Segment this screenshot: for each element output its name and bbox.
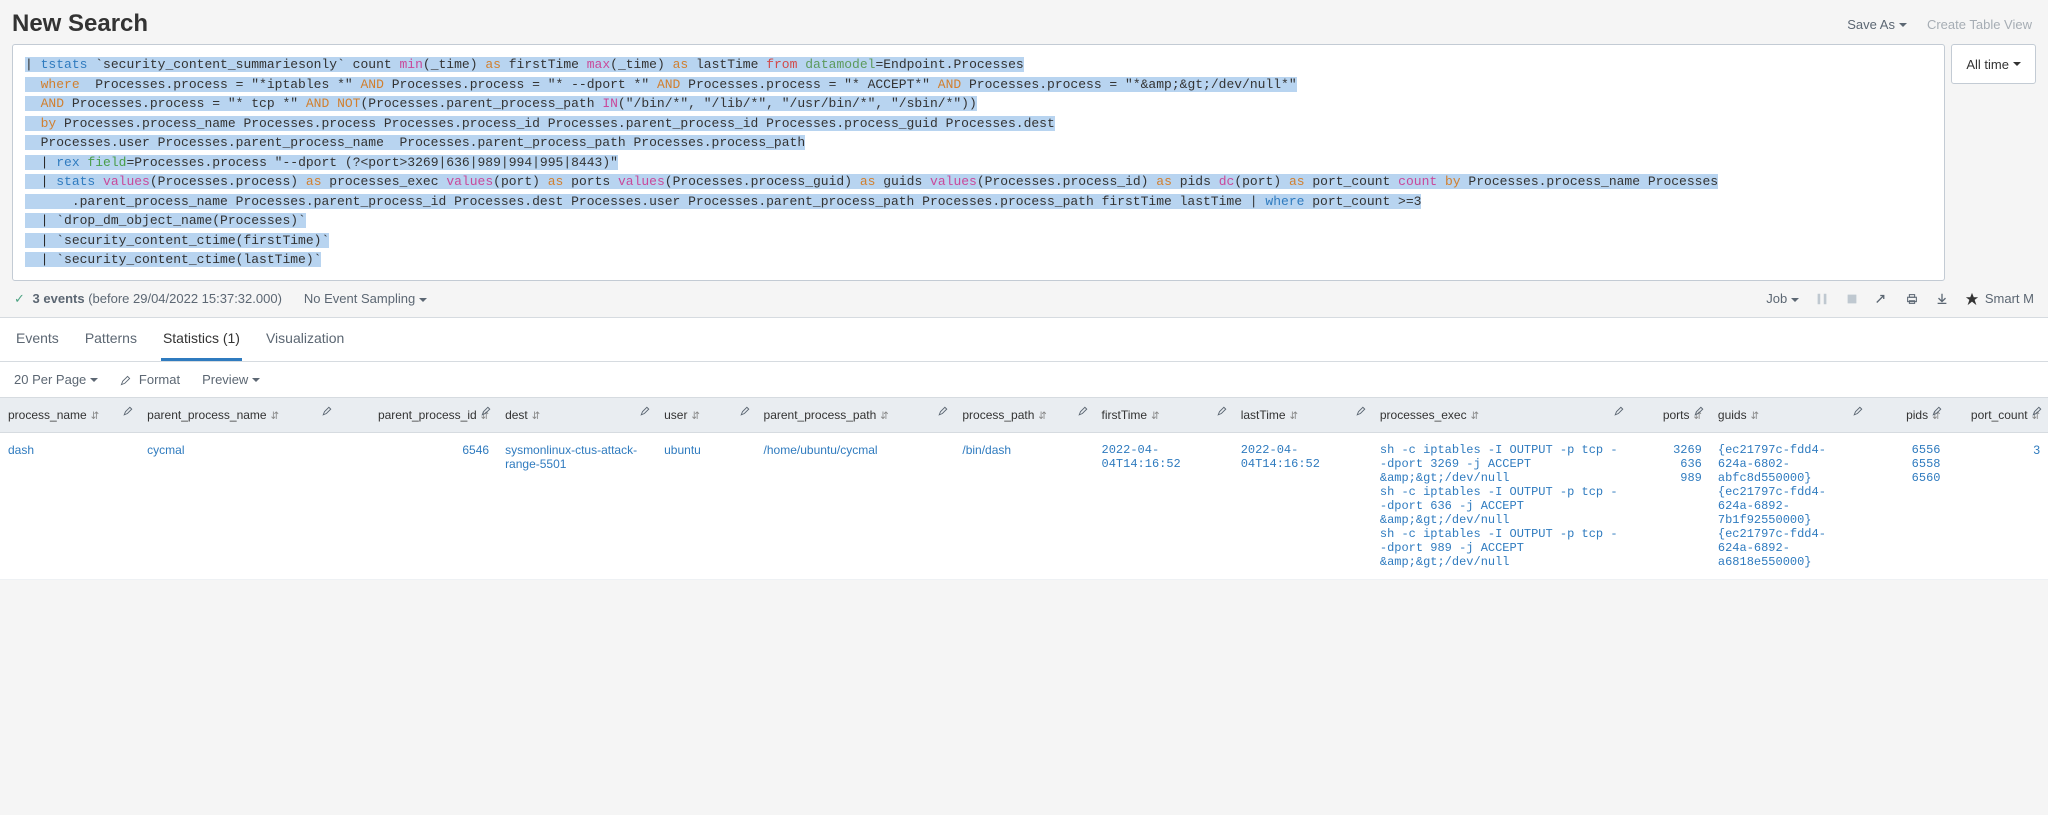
pencil-icon[interactable] [322, 404, 332, 418]
cell-ports[interactable]: 3269636989 [1630, 432, 1710, 579]
cell-dest[interactable]: sysmonlinux-ctus-attack-range-5501 [497, 432, 656, 579]
per-page-menu[interactable]: 20 Per Page [14, 372, 98, 387]
pencil-icon[interactable] [740, 404, 750, 418]
smart-mode-menu[interactable]: Smart M [1965, 291, 2034, 307]
tab-events[interactable]: Events [14, 318, 61, 361]
cell-process_name[interactable]: dash [0, 432, 139, 579]
download-icon[interactable] [1935, 291, 1949, 307]
col-parent_process_path[interactable]: parent_process_path [756, 397, 955, 432]
cell-parent_process_name[interactable]: cycmal [139, 432, 338, 579]
share-icon[interactable] [1875, 291, 1889, 307]
create-table-view-link[interactable]: Create Table View [1927, 17, 2032, 32]
col-pids[interactable]: pids [1869, 397, 1949, 432]
cell-process_path[interactable]: /bin/dash [954, 432, 1093, 579]
pencil-icon[interactable] [1078, 404, 1088, 418]
cell-parent_process_id[interactable]: 6546 [338, 432, 497, 579]
pencil-icon[interactable] [938, 404, 948, 418]
pencil-icon[interactable] [1932, 404, 1942, 418]
cell-lastTime[interactable]: 2022-04-04T14:16:52 [1233, 432, 1372, 579]
col-processes_exec[interactable]: processes_exec [1372, 397, 1630, 432]
cell-pids[interactable]: 655665586560 [1869, 432, 1949, 579]
col-process_path[interactable]: process_path [954, 397, 1093, 432]
col-parent_process_name[interactable]: parent_process_name [139, 397, 338, 432]
pencil-icon[interactable] [481, 404, 491, 418]
col-dest[interactable]: dest [497, 397, 656, 432]
pencil-icon[interactable] [1694, 404, 1704, 418]
pencil-icon[interactable] [1853, 404, 1863, 418]
results-table: process_nameparent_process_nameparent_pr… [0, 397, 2048, 580]
col-ports[interactable]: ports [1630, 397, 1710, 432]
table-row: dashcycmal6546sysmonlinux-ctus-attack-ra… [0, 432, 2048, 579]
col-user[interactable]: user [656, 397, 755, 432]
cell-processes_exec[interactable]: sh -c iptables -I OUTPUT -p tcp --dport … [1372, 432, 1630, 579]
col-firstTime[interactable]: firstTime [1094, 397, 1233, 432]
cell-firstTime[interactable]: 2022-04-04T14:16:52 [1094, 432, 1233, 579]
col-guids[interactable]: guids [1710, 397, 1869, 432]
save-as-menu[interactable]: Save As [1847, 17, 1907, 32]
cell-user[interactable]: ubuntu [656, 432, 755, 579]
cell-guids[interactable]: {ec21797c-fdd4-624a-6802-abfc8d550000}{e… [1710, 432, 1869, 579]
print-icon[interactable] [1905, 291, 1919, 307]
page-title: New Search [12, 10, 148, 38]
tab-statistics[interactable]: Statistics (1) [161, 318, 242, 361]
job-menu[interactable]: Job [1766, 291, 1799, 306]
job-status-summary: ✓ 3 events (before 29/04/2022 15:37:32.0… [14, 291, 282, 307]
tab-visualization[interactable]: Visualization [264, 318, 346, 361]
pencil-icon[interactable] [1217, 404, 1227, 418]
tab-patterns[interactable]: Patterns [83, 318, 139, 361]
pencil-icon[interactable] [123, 404, 133, 418]
format-menu[interactable]: Format [120, 372, 180, 387]
pause-icon[interactable] [1815, 291, 1829, 307]
col-parent_process_id[interactable]: parent_process_id [338, 397, 497, 432]
check-icon: ✓ [14, 291, 25, 306]
pencil-icon[interactable] [1356, 404, 1366, 418]
pencil-icon[interactable] [2032, 404, 2042, 418]
col-lastTime[interactable]: lastTime [1233, 397, 1372, 432]
stop-icon[interactable] [1845, 291, 1859, 307]
pencil-icon[interactable] [1614, 404, 1624, 418]
col-process_name[interactable]: process_name [0, 397, 139, 432]
search-input[interactable]: | tstats `security_content_summariesonly… [12, 44, 1945, 281]
pencil-icon[interactable] [640, 404, 650, 418]
col-port_count[interactable]: port_count [1948, 397, 2048, 432]
preview-menu[interactable]: Preview [202, 372, 260, 387]
time-range-picker[interactable]: All time [1951, 44, 2036, 84]
cell-parent_process_path[interactable]: /home/ubuntu/cycmal [756, 432, 955, 579]
cell-port_count[interactable]: 3 [1948, 432, 2048, 579]
event-sampling-menu[interactable]: No Event Sampling [304, 291, 427, 306]
